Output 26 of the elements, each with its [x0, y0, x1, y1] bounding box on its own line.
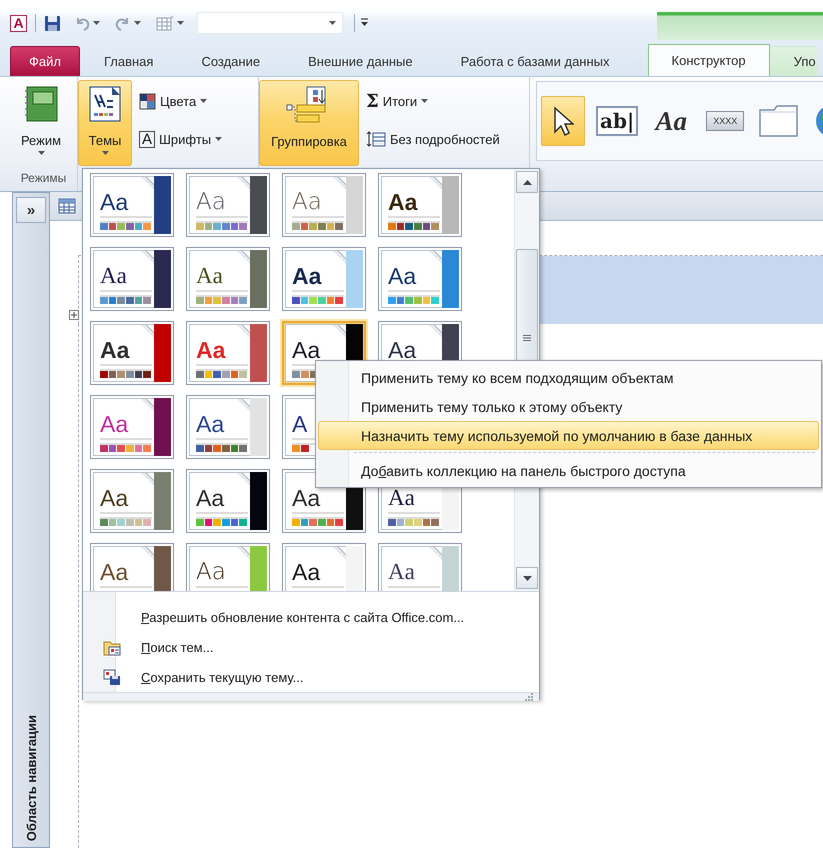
theme-sample-text: Aa — [388, 339, 416, 361]
theme-sample-text: Aa — [100, 561, 128, 583]
theme-sample-text: Aa — [292, 561, 320, 583]
theme-sample-text: Aa — [100, 413, 128, 435]
theme-sample-text: Aa — [196, 339, 226, 361]
theme-sample-text: Aa — [196, 487, 224, 509]
theme-sample-text: Aa — [196, 413, 224, 435]
theme-sample-text: Aa — [100, 265, 127, 287]
theme-sample-text: Aa — [196, 561, 226, 583]
group-label: Режимы — [20, 171, 68, 187]
theme-sample-text: Aa — [292, 265, 322, 287]
theme-sample-text: Aa — [292, 191, 322, 213]
theme-sample-text: A — [292, 413, 308, 435]
theme-sample-text: Aa — [292, 487, 320, 509]
theme-sample-text: Aa — [196, 191, 226, 213]
theme-sample-text: Aa — [388, 487, 415, 509]
theme-sample-text: Aa — [196, 265, 223, 287]
app-icon: A — [10, 14, 27, 32]
theme-sample-text: Aa — [100, 191, 128, 213]
theme-sample-text: Aa — [388, 191, 418, 213]
theme-sample-text: Aa — [100, 339, 130, 361]
theme-sample-text: Aa — [100, 487, 128, 509]
theme-sample-text: Aa — [388, 265, 416, 287]
pane-title: Область навигации — [24, 714, 38, 841]
theme-sample-text: Aa — [388, 561, 415, 583]
theme-sample-text: Aa — [292, 339, 320, 361]
